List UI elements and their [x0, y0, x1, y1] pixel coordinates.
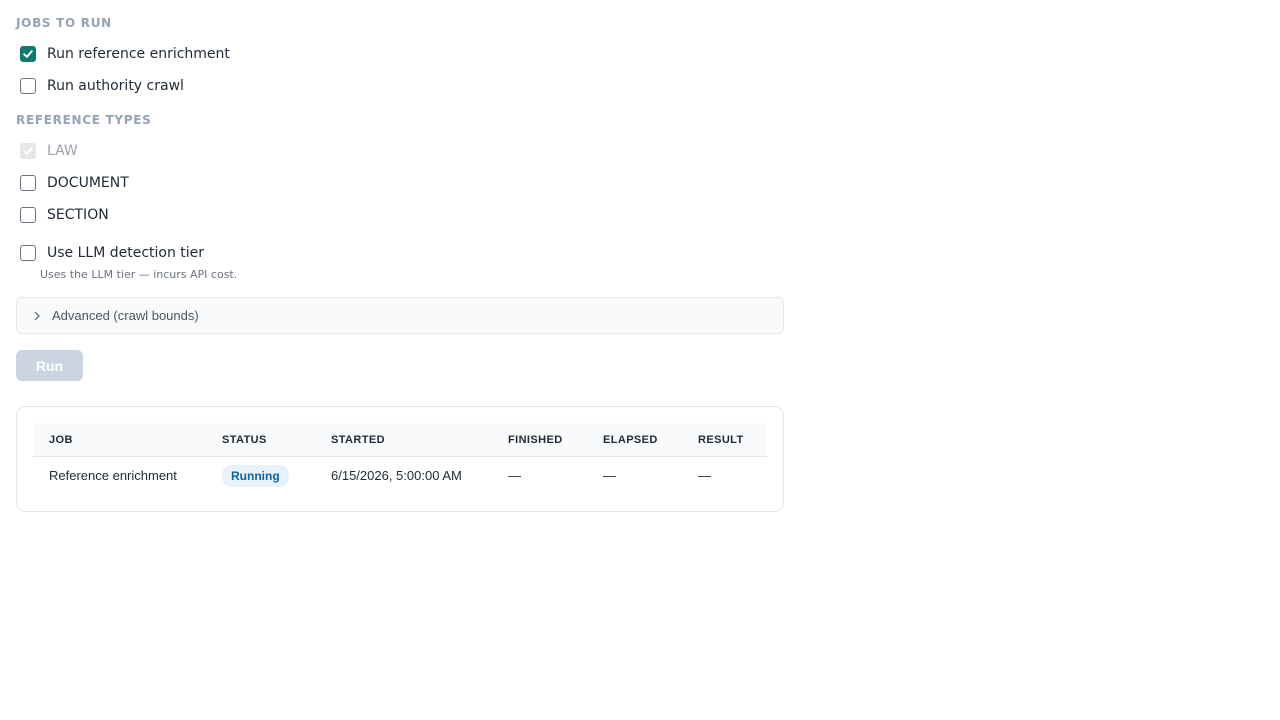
run-button[interactable]: Run [16, 350, 83, 381]
run-authority-crawl-checkbox[interactable]: Run authority crawl [20, 77, 184, 95]
cell-job: Reference enrichment [49, 468, 177, 483]
column-header-job: JOB [49, 434, 73, 446]
checkbox-label: DOCUMENT [47, 175, 129, 191]
cell-finished: — [508, 468, 521, 483]
cell-started: 6/15/2026, 5:00:00 AM [331, 468, 462, 483]
advanced-crawl-bounds-toggle[interactable]: Advanced (crawl bounds) [16, 297, 784, 334]
reference-types-heading: REFERENCE TYPES [16, 113, 152, 127]
cell-elapsed: — [603, 468, 616, 483]
checkbox-label: Run reference enrichment [47, 46, 230, 62]
status-badge: Running [222, 465, 289, 487]
checkbox-box[interactable] [20, 46, 36, 62]
use-llm-detection-tier-checkbox[interactable]: Use LLM detection tier [20, 244, 204, 262]
law-checkbox: LAW [20, 142, 78, 160]
check-icon [23, 147, 33, 155]
checkbox-box[interactable] [20, 207, 36, 223]
job-runner-panel: JOBS TO RUN Run reference enrichment Run… [0, 0, 1280, 720]
jobs-to-run-heading: JOBS TO RUN [16, 16, 112, 30]
table-header: JOB STATUS STARTED FINISHED ELAPSED RESU… [33, 423, 767, 457]
checkbox-label: Use LLM detection tier [47, 245, 205, 261]
column-header-status: STATUS [222, 434, 267, 446]
checkbox-label: LAW [47, 143, 78, 159]
table-row: Reference enrichment Running 6/15/2026, … [33, 457, 767, 493]
checkbox-box[interactable] [20, 245, 36, 261]
document-checkbox[interactable]: DOCUMENT [20, 174, 129, 192]
checkbox-label: SECTION [47, 207, 109, 223]
checkbox-box [20, 143, 36, 159]
column-header-result: RESULT [698, 434, 744, 446]
jobs-table-card: JOB STATUS STARTED FINISHED ELAPSED RESU… [16, 406, 784, 512]
check-icon [23, 50, 33, 58]
jobs-table: JOB STATUS STARTED FINISHED ELAPSED RESU… [33, 423, 767, 493]
checkbox-label: Run authority crawl [47, 78, 184, 94]
advanced-label: Advanced (crawl bounds) [52, 308, 199, 323]
checkbox-box[interactable] [20, 175, 36, 191]
column-header-finished: FINISHED [508, 434, 563, 446]
column-header-started: STARTED [331, 434, 385, 446]
chevron-right-icon [31, 310, 43, 322]
llm-cost-hint: Uses the LLM tier — incurs API cost. [40, 268, 238, 281]
cell-result: — [698, 468, 711, 483]
checkbox-box[interactable] [20, 78, 36, 94]
run-reference-enrichment-checkbox[interactable]: Run reference enrichment [20, 45, 230, 63]
column-header-elapsed: ELAPSED [603, 434, 658, 446]
section-checkbox[interactable]: SECTION [20, 206, 109, 224]
